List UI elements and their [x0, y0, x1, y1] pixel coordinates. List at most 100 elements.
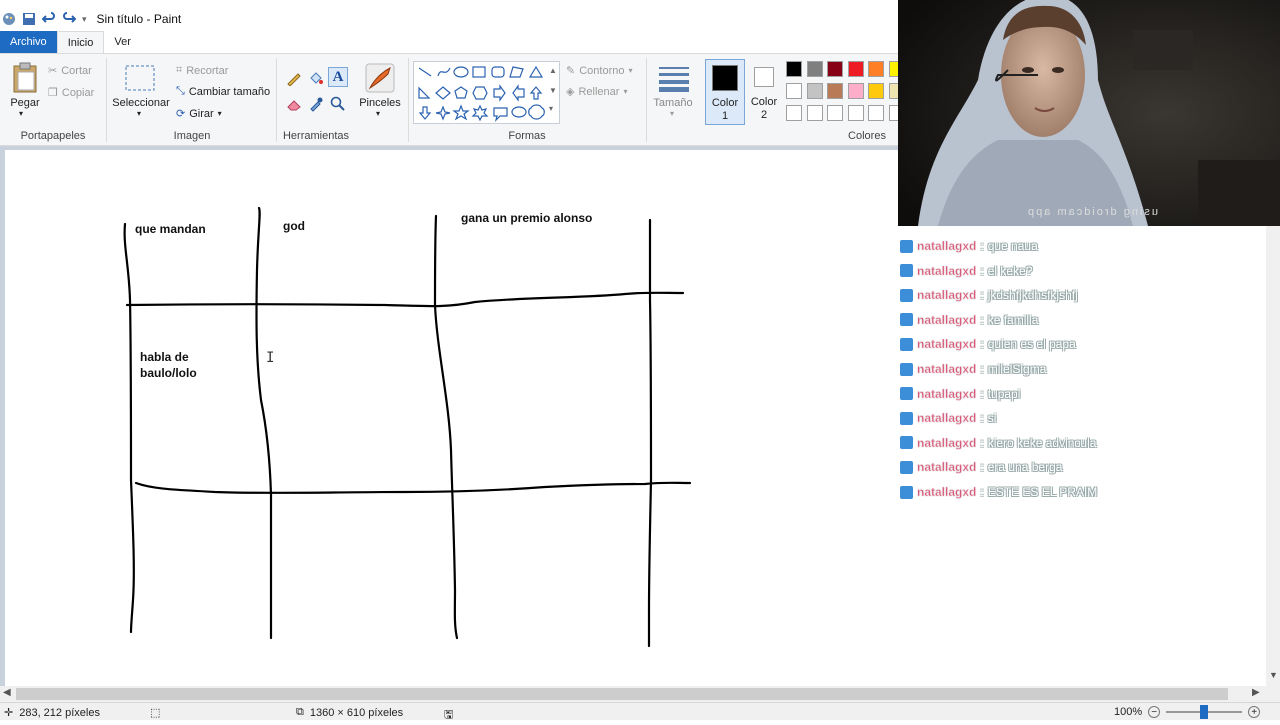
size-icon[interactable] [658, 64, 690, 92]
scroll-down-icon[interactable]: ▼ [1269, 670, 1278, 680]
color2-button[interactable]: Color 2 [746, 59, 782, 125]
cell-text-gana-un-premio: gana un premio alonso [461, 211, 593, 225]
palette-swatch[interactable] [806, 61, 823, 77]
size-dropdown-icon[interactable]: ▾ [670, 109, 674, 118]
rotate-dropdown-icon: ▾ [217, 109, 222, 118]
undo-icon[interactable] [42, 12, 56, 26]
select-dropdown-icon[interactable]: ▾ [137, 109, 141, 118]
palette-swatch[interactable] [827, 61, 843, 77]
shapes-expand-icon[interactable]: ▾ [549, 104, 553, 113]
shapes-scroll-down-icon[interactable]: ▼ [549, 86, 557, 95]
canvas-size-icon: ⧉ [296, 706, 304, 718]
outline-button[interactable]: ✎ Contorno ▾ [566, 64, 633, 78]
chat-separator: : [980, 337, 984, 352]
zoom-in-icon[interactable]: + [1248, 706, 1261, 718]
palette-swatch[interactable] [786, 83, 802, 99]
select-icon[interactable] [124, 64, 156, 92]
magnifier-icon[interactable] [330, 96, 346, 112]
brushes-icon[interactable] [364, 62, 396, 94]
color2-swatch [754, 67, 774, 87]
palette-swatch[interactable] [827, 105, 843, 121]
separator [646, 58, 647, 142]
resize-button[interactable]: ⤡ Cambiar tamaño [176, 85, 270, 98]
tab-file[interactable]: Archivo [0, 31, 57, 53]
stream-chat: natallagxd : que naua natallagxd : el kek… [898, 236, 1268, 506]
file-size: 🖫 [444, 706, 453, 725]
chat-badge-icon [900, 337, 913, 351]
chat-text: quien es el papa [987, 337, 1076, 352]
scissors-icon: ✂ [48, 65, 58, 77]
cut-button[interactable]: ✂ Cortar [48, 64, 92, 78]
palette-swatch[interactable] [847, 83, 864, 99]
horizontal-scrollbar[interactable]: ◀ ▶ [0, 686, 1280, 702]
shapes-scroll-up-icon[interactable]: ▲ [549, 66, 557, 75]
save-icon[interactable] [22, 12, 36, 26]
disk-icon: 🖫 [444, 709, 454, 721]
chat-message: natallagxd : milelSigma [900, 360, 1046, 378]
crop-button[interactable]: ⌗ Recortar [176, 64, 228, 77]
chat-text: era una berga [987, 460, 1063, 475]
fill-button[interactable]: ◈ Rellenar ▾ [566, 85, 627, 99]
palette-swatch[interactable] [786, 61, 802, 77]
chat-message: natallagxd : si [900, 409, 996, 427]
palette-swatch[interactable] [847, 61, 864, 77]
eraser-icon[interactable] [286, 96, 302, 112]
grid-line [125, 291, 685, 308]
scroll-left-icon[interactable]: ◀ [3, 687, 11, 698]
chat-message: natallagxd : kiero keke advincula [900, 434, 1096, 452]
shapes-gallery[interactable] [413, 61, 560, 124]
copy-button[interactable]: ❐ Copiar [48, 86, 94, 100]
chat-message: natallagxd : jkdshfjkdhsfkjshfj [900, 286, 1078, 304]
outline-dropdown-icon: ▾ [628, 66, 633, 75]
brushes-dropdown-icon[interactable]: ▾ [376, 109, 380, 118]
grid-line [255, 206, 273, 640]
chat-badge-icon [900, 288, 913, 302]
separator [408, 58, 409, 142]
zoom-out-icon[interactable]: − [1148, 706, 1161, 718]
palette-swatch[interactable] [786, 105, 802, 121]
outline-icon: ✎ [566, 65, 576, 77]
pencil-icon[interactable] [286, 70, 302, 86]
customize-qa-icon[interactable]: ▾ [82, 14, 87, 25]
palette-swatch[interactable] [868, 61, 884, 77]
fill-bucket-icon[interactable] [308, 70, 324, 86]
chat-text: tupapi [987, 386, 1021, 401]
paste-icon[interactable] [12, 62, 38, 94]
canvas-size: ⧉ 1360 × 610 píxeles [296, 706, 404, 719]
cell-text-habla-de: habla de [140, 350, 189, 364]
palette-swatch[interactable] [806, 83, 823, 99]
vertical-scrollbar[interactable]: ▼ [1266, 226, 1280, 686]
color2-number: 2 [760, 109, 768, 121]
chat-message: natallagxd : el keke? [900, 262, 1032, 280]
horizontal-scroll-thumb[interactable] [16, 688, 1228, 700]
zoom-slider-thumb[interactable] [1200, 705, 1209, 719]
chat-username: natallagxd [917, 288, 977, 303]
rotate-button[interactable]: ⟳ Girar ▾ [176, 107, 222, 121]
color-picker-icon[interactable] [308, 96, 324, 112]
cell-text-god: god [283, 219, 305, 233]
palette-swatch[interactable] [847, 105, 864, 121]
scroll-right-icon[interactable]: ▶ [1252, 687, 1260, 698]
redo-icon[interactable] [62, 12, 76, 26]
text-tool-icon[interactable]: A [328, 67, 348, 87]
color2-label: Color [750, 96, 778, 108]
select-button[interactable]: Seleccionar [112, 97, 170, 109]
color1-button[interactable]: Color 1 [705, 59, 745, 125]
palette-swatch[interactable] [806, 105, 823, 121]
brushes-button[interactable]: Pinceles [358, 97, 402, 109]
zoom-slider[interactable] [1166, 705, 1243, 719]
palette-swatch[interactable] [827, 83, 843, 99]
tab-home[interactable]: Inicio [56, 31, 105, 53]
tab-view[interactable]: Ver [104, 31, 141, 53]
color1-number: 1 [721, 110, 729, 122]
palette-swatch[interactable] [868, 83, 884, 99]
ribbon-tabs: Archivo Inicio Ver [0, 31, 898, 53]
chat-separator: : [980, 263, 984, 278]
paste-dropdown-icon[interactable]: ▾ [19, 109, 23, 118]
palette-swatch[interactable] [868, 105, 884, 121]
paste-button[interactable]: Pegar [8, 97, 42, 109]
chat-message: natallagxd : ESTE ES EL PRAIM [900, 483, 1097, 501]
status-bar: ✛ 283, 212 píxeles ⬚ ⧉ 1360 × 610 píxeles … [0, 702, 1280, 721]
rotate-icon: ⟳ [176, 108, 186, 120]
size-button[interactable]: Tamaño [650, 97, 696, 109]
